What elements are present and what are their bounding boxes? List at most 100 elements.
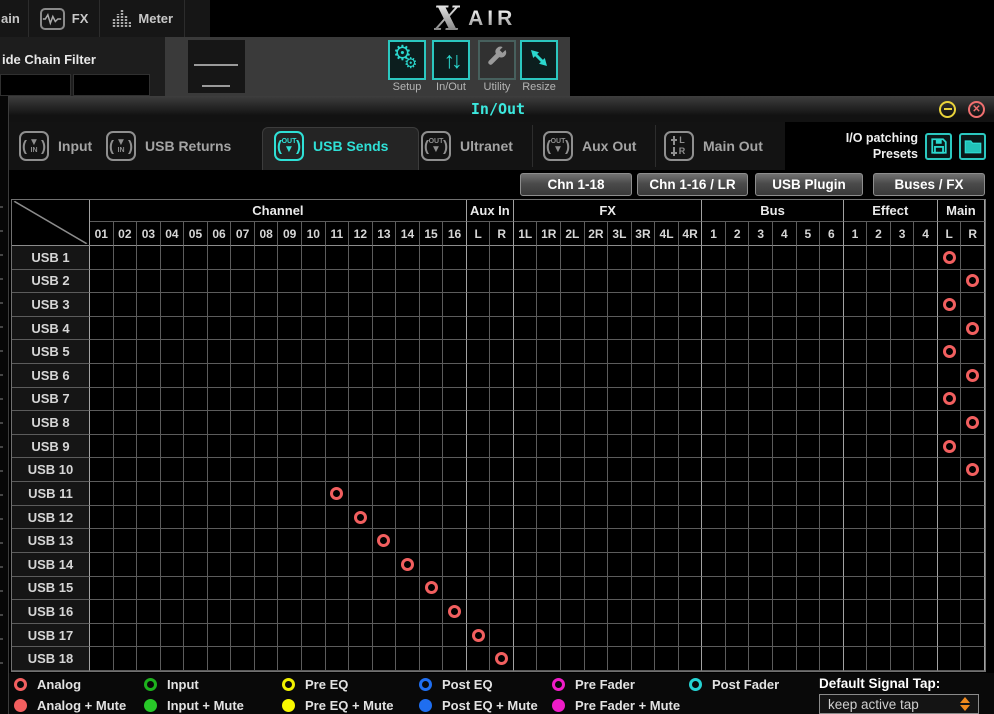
matrix-cell[interactable]	[749, 458, 773, 482]
matrix-cell[interactable]	[561, 482, 585, 506]
matrix-cell[interactable]	[632, 364, 656, 388]
matrix-cell[interactable]	[255, 317, 279, 341]
matrix-cell[interactable]	[537, 600, 561, 624]
matrix-cell[interactable]	[420, 647, 444, 671]
matrix-cell[interactable]	[679, 506, 703, 530]
matrix-cell[interactable]	[891, 293, 915, 317]
matrix-cell[interactable]	[914, 270, 938, 294]
matrix-cell[interactable]	[114, 270, 138, 294]
matrix-cell[interactable]	[373, 577, 397, 601]
matrix-cell[interactable]	[820, 529, 844, 553]
tab-usb-sends[interactable]: (OUT▼)USB Sends	[274, 122, 388, 170]
matrix-cell[interactable]	[585, 270, 609, 294]
matrix-cell[interactable]	[184, 647, 208, 671]
matrix-cell[interactable]	[90, 388, 114, 412]
load-preset-button[interactable]	[959, 133, 986, 160]
matrix-cell[interactable]	[867, 624, 891, 648]
matrix-cell[interactable]	[702, 482, 726, 506]
matrix-cell[interactable]	[514, 529, 538, 553]
matrix-cell[interactable]	[326, 388, 350, 412]
matrix-cell[interactable]	[820, 600, 844, 624]
matrix-cell[interactable]	[255, 435, 279, 459]
matrix-cell[interactable]	[726, 529, 750, 553]
matrix-cell[interactable]	[373, 317, 397, 341]
matrix-cell[interactable]	[632, 482, 656, 506]
matrix-cell[interactable]	[608, 270, 632, 294]
matrix-cell[interactable]	[844, 340, 868, 364]
matrix-cell[interactable]	[820, 624, 844, 648]
matrix-cell[interactable]	[820, 411, 844, 435]
matrix-cell[interactable]	[137, 246, 161, 270]
matrix-cell[interactable]	[891, 600, 915, 624]
matrix-cell[interactable]	[914, 553, 938, 577]
matrix-cell[interactable]	[749, 293, 773, 317]
matrix-cell[interactable]	[585, 624, 609, 648]
matrix-cell[interactable]	[608, 458, 632, 482]
spinner-arrows-icon[interactable]	[960, 697, 970, 711]
matrix-cell[interactable]	[702, 647, 726, 671]
matrix-cell[interactable]	[561, 411, 585, 435]
matrix-cell[interactable]	[632, 317, 656, 341]
matrix-cell[interactable]	[184, 388, 208, 412]
matrix-cell[interactable]	[278, 246, 302, 270]
matrix-cell[interactable]	[373, 388, 397, 412]
matrix-cell[interactable]	[914, 529, 938, 553]
matrix-cell[interactable]	[420, 600, 444, 624]
matrix-cell[interactable]	[90, 647, 114, 671]
matrix-cell[interactable]	[914, 435, 938, 459]
matrix-cell[interactable]	[537, 458, 561, 482]
matrix-cell[interactable]	[844, 458, 868, 482]
matrix-cell[interactable]	[420, 364, 444, 388]
matrix-cell[interactable]	[820, 364, 844, 388]
matrix-cell[interactable]	[726, 340, 750, 364]
matrix-cell[interactable]	[326, 317, 350, 341]
matrix-cell[interactable]	[961, 340, 985, 364]
matrix-cell[interactable]	[208, 529, 232, 553]
matrix-cell[interactable]	[326, 577, 350, 601]
matrix-cell[interactable]	[867, 529, 891, 553]
matrix-cell[interactable]	[208, 270, 232, 294]
matrix-cell[interactable]	[255, 246, 279, 270]
matrix-cell[interactable]	[443, 435, 467, 459]
matrix-cell[interactable]	[302, 435, 326, 459]
matrix-cell[interactable]	[938, 553, 962, 577]
matrix-cell[interactable]	[961, 624, 985, 648]
matrix-cell[interactable]	[561, 577, 585, 601]
matrix-cell[interactable]	[349, 458, 373, 482]
matrix-cell[interactable]	[891, 270, 915, 294]
matrix-cell[interactable]	[349, 340, 373, 364]
matrix-cell[interactable]	[844, 270, 868, 294]
matrix-cell[interactable]	[655, 529, 679, 553]
matrix-cell[interactable]	[490, 600, 514, 624]
matrix-cell[interactable]	[749, 506, 773, 530]
matrix-cell[interactable]	[443, 624, 467, 648]
matrix-cell[interactable]	[867, 364, 891, 388]
matrix-cell[interactable]	[467, 529, 491, 553]
matrix-cell[interactable]	[373, 506, 397, 530]
matrix-cell[interactable]	[867, 506, 891, 530]
matrix-cell[interactable]	[514, 553, 538, 577]
matrix-cell[interactable]	[278, 577, 302, 601]
matrix-cell[interactable]	[490, 364, 514, 388]
matrix-cell[interactable]	[961, 435, 985, 459]
matrix-cell[interactable]	[961, 293, 985, 317]
matrix-cell[interactable]	[820, 293, 844, 317]
matrix-cell[interactable]	[490, 340, 514, 364]
matrix-cell[interactable]	[561, 388, 585, 412]
matrix-cell[interactable]	[514, 458, 538, 482]
matrix-cell[interactable]	[490, 458, 514, 482]
matrix-cell[interactable]	[773, 435, 797, 459]
matrix-cell[interactable]	[326, 293, 350, 317]
chn-1-16-lr-button[interactable]: Chn 1-16 / LR	[637, 173, 748, 196]
matrix-cell[interactable]	[231, 458, 255, 482]
matrix-cell[interactable]	[137, 317, 161, 341]
matrix-cell[interactable]	[961, 529, 985, 553]
matrix-cell[interactable]	[773, 388, 797, 412]
matrix-cell[interactable]	[702, 340, 726, 364]
matrix-cell[interactable]	[914, 458, 938, 482]
top-tab-fx[interactable]: FX	[29, 0, 101, 37]
matrix-cell[interactable]	[208, 458, 232, 482]
matrix-cell[interactable]	[961, 388, 985, 412]
matrix-cell[interactable]	[114, 553, 138, 577]
matrix-cell[interactable]	[844, 577, 868, 601]
